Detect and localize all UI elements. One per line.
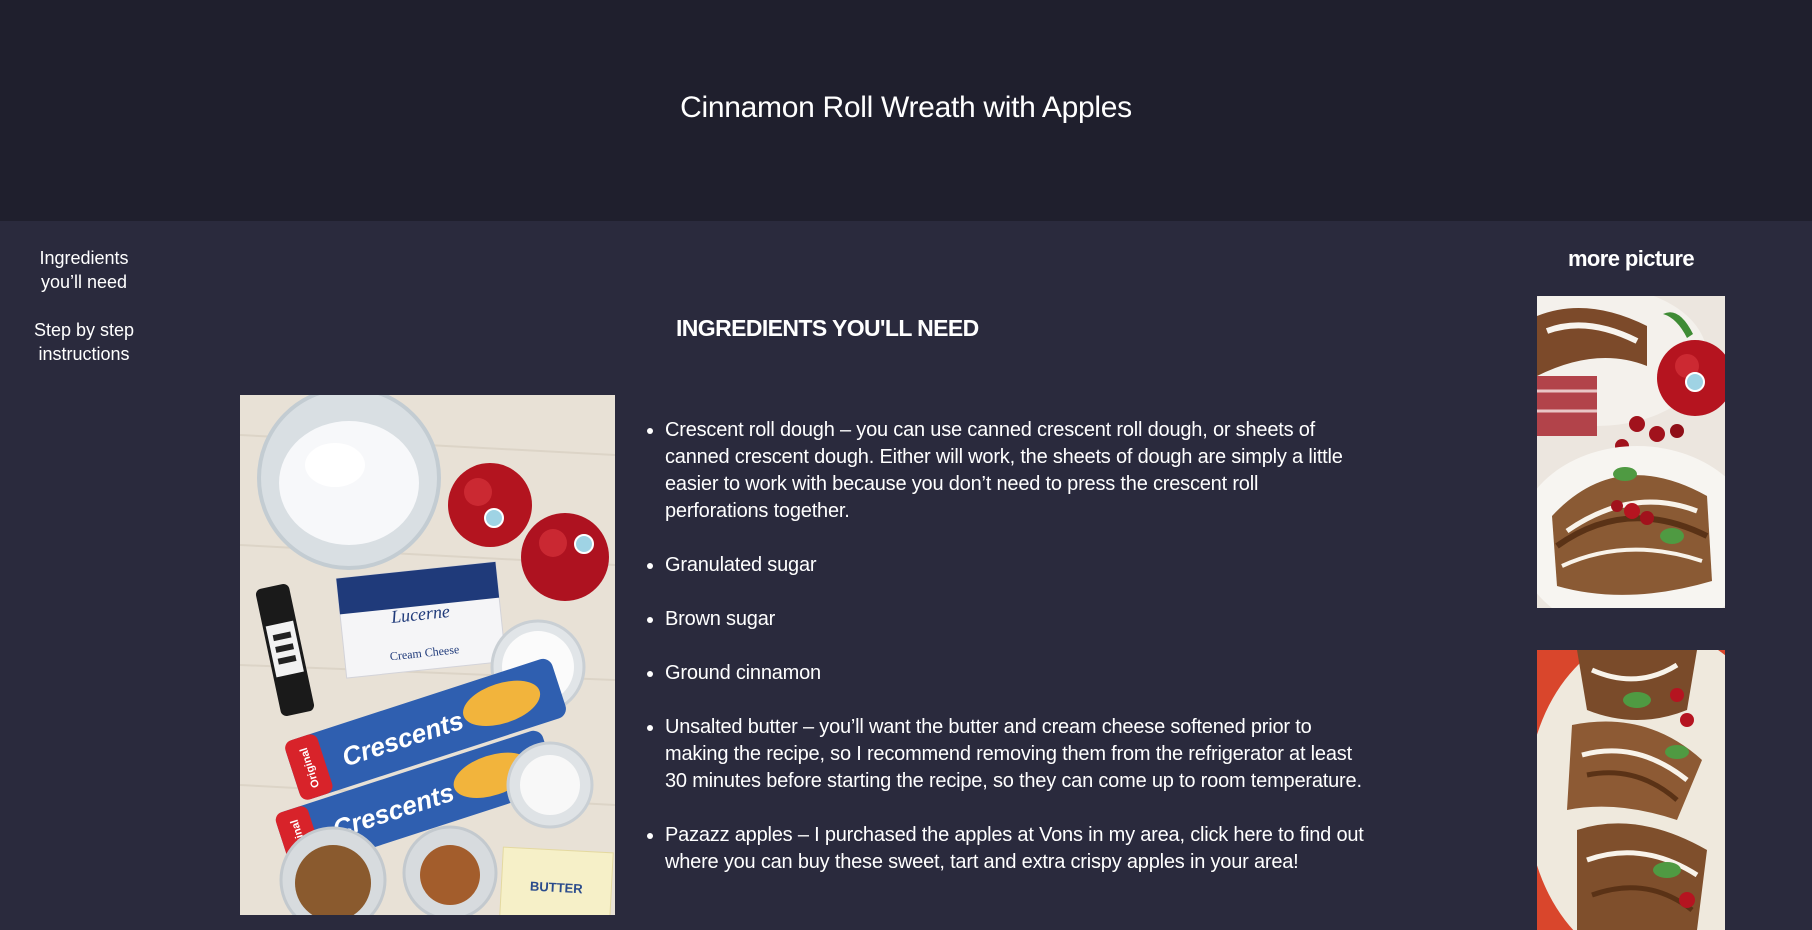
ingredients-heading: INGREDIENTS YOU'LL NEED xyxy=(676,315,979,341)
ingredient-item: Ground cinnamon xyxy=(665,660,1365,687)
page-title: Cinnamon Roll Wreath with Apples xyxy=(680,91,1132,124)
page-header: Cinnamon Roll Wreath with Apples xyxy=(0,0,1812,221)
main-content: Ingredients you’ll need Step by step ins… xyxy=(0,221,1812,930)
sidebar-item-ingredients[interactable]: Ingredients you’ll need xyxy=(18,246,150,294)
ingredients-photo: Lucerne Cream Cheese Original Crescents … xyxy=(240,395,615,915)
sidebar-item-instructions[interactable]: Step by step instructions xyxy=(18,318,150,366)
ingredient-item: Pazazz apples – I purchased the apples a… xyxy=(665,822,1365,876)
ingredient-item: Unsalted butter – you’ll want the butter… xyxy=(665,714,1365,795)
ingredient-item: Granulated sugar xyxy=(665,552,1365,579)
ingredient-list: Crescent roll dough – you can use canned… xyxy=(643,417,1365,903)
more-picture-thumbnail[interactable] xyxy=(1537,296,1725,608)
butter-text: BUTTER xyxy=(530,879,584,897)
ingredient-item: Crescent roll dough – you can use canned… xyxy=(665,417,1365,525)
more-pictures-title: more picture xyxy=(1567,246,1695,271)
ingredient-item: Brown sugar xyxy=(665,606,1365,633)
more-pictures-column: more picture xyxy=(1537,246,1725,272)
more-picture-thumbnail[interactable] xyxy=(1537,650,1725,930)
sidebar-nav: Ingredients you’ll need Step by step ins… xyxy=(18,246,150,390)
